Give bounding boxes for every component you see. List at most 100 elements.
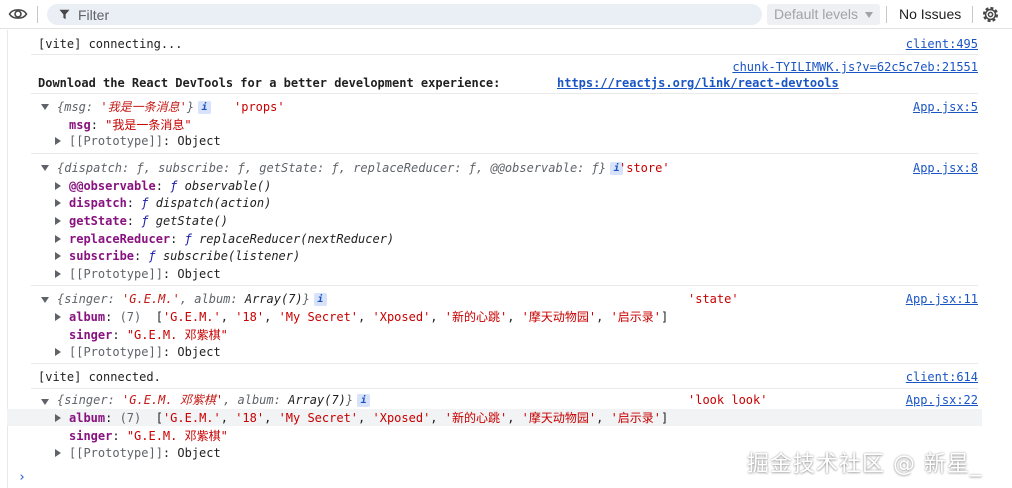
property-row[interactable]: album: (7) ['G.E.M.', '18', 'My Secret',… bbox=[69, 410, 668, 426]
comma: , bbox=[596, 310, 611, 324]
devtools-link[interactable]: https://reactjs.org/link/react-devtools bbox=[557, 75, 839, 91]
colon: : bbox=[85, 100, 101, 114]
array-item: 'My Secret' bbox=[278, 310, 359, 324]
collapse-triangle-icon[interactable] bbox=[41, 104, 49, 110]
property-value: observable() bbox=[184, 179, 272, 193]
prototype-row[interactable]: [[Prototype]]: Object bbox=[69, 445, 221, 461]
comma: , bbox=[507, 411, 522, 425]
source-link[interactable]: App.jsx:8 bbox=[913, 160, 978, 176]
array-item: 'Xposed' bbox=[372, 411, 431, 425]
chevron-down-icon bbox=[865, 12, 873, 18]
expand-triangle-icon[interactable] bbox=[55, 313, 61, 321]
source-link[interactable]: chunk-TYILIMWK.js?v=62c5c7eb:21551 bbox=[732, 59, 978, 75]
property-value: replaceReducer(nextReducer) bbox=[199, 232, 395, 246]
prototype-row[interactable]: [[Prototype]]: Object bbox=[69, 344, 221, 360]
expand-triangle-icon[interactable] bbox=[55, 217, 61, 225]
array-length: (7) bbox=[119, 310, 142, 324]
gear-icon[interactable] bbox=[981, 5, 1000, 24]
expand-triangle-icon[interactable] bbox=[55, 137, 61, 145]
property-value: subscribe(listener) bbox=[162, 249, 301, 263]
expand-triangle-icon[interactable] bbox=[55, 348, 61, 356]
object-summary[interactable]: {singer: 'G.E.M.', album: Array(7)} i bbox=[57, 291, 327, 307]
array-item: '启示录' bbox=[610, 411, 662, 425]
prototype-value: Object bbox=[177, 345, 221, 359]
prototype-row[interactable]: [[Prototype]]: Object bbox=[69, 266, 221, 282]
log-label: 'store' bbox=[619, 161, 670, 175]
comma: , bbox=[220, 310, 236, 324]
info-icon[interactable]: i bbox=[357, 394, 371, 407]
property-key: singer bbox=[69, 429, 113, 443]
console-message: [vite] connecting... client:495 bbox=[31, 30, 978, 55]
object-summary[interactable]: {dispatch: ƒ, subscribe: ƒ, getState: ƒ,… bbox=[57, 160, 624, 176]
expand-triangle-icon[interactable] bbox=[55, 252, 61, 260]
array-item: '18' bbox=[235, 310, 265, 324]
prototype-value: Object bbox=[177, 134, 221, 148]
source-link[interactable]: App.jsx:5 bbox=[913, 99, 978, 115]
property-row[interactable]: replaceReducer: ƒ replaceReducer(nextRed… bbox=[69, 231, 394, 247]
eye-icon[interactable] bbox=[8, 5, 28, 23]
collapse-triangle-icon[interactable] bbox=[41, 165, 49, 171]
property-key: singer bbox=[69, 328, 113, 342]
function-glyph: ƒ bbox=[184, 232, 192, 246]
source-link[interactable]: client:614 bbox=[906, 369, 978, 385]
toolbar-divider bbox=[972, 6, 973, 23]
property-key: replaceReducer bbox=[69, 232, 171, 246]
toolbar-divider bbox=[37, 6, 38, 23]
summary-value: Array(7) bbox=[244, 292, 303, 306]
property-row[interactable]: album: (7) ['G.E.M.', '18', 'My Secret',… bbox=[69, 309, 668, 325]
source-link[interactable]: App.jsx:22 bbox=[906, 392, 978, 408]
bracket: [ bbox=[141, 310, 163, 324]
console-message: {dispatch: ƒ, subscribe: ƒ, getState: ƒ,… bbox=[31, 155, 978, 286]
collapse-triangle-icon[interactable] bbox=[41, 399, 49, 405]
colon: : bbox=[134, 249, 149, 263]
expand-triangle-icon[interactable] bbox=[55, 199, 61, 207]
array-item: '摩天动物园' bbox=[521, 310, 597, 324]
filter-box[interactable] bbox=[47, 4, 762, 25]
colon: : bbox=[105, 310, 120, 324]
expand-triangle-icon[interactable] bbox=[55, 270, 61, 278]
source-link[interactable]: App.jsx:11 bbox=[906, 291, 978, 307]
comma: , bbox=[430, 411, 445, 425]
bracket: ] bbox=[661, 310, 669, 324]
colon: : bbox=[162, 134, 178, 148]
summary-key: {singer: bbox=[57, 292, 123, 306]
prototype-key: [[Prototype]] bbox=[69, 267, 163, 281]
property-key: subscribe bbox=[69, 249, 135, 263]
property-value: "G.E.M. 邓紫棋" bbox=[126, 328, 228, 342]
summary-value: 'G.E.M.' bbox=[122, 292, 180, 306]
summary-value: 'G.E.M. 邓紫棋' bbox=[122, 393, 224, 407]
property-key: msg bbox=[69, 118, 91, 132]
summary-text: {dispatch: ƒ, subscribe: ƒ, getState: ƒ,… bbox=[57, 161, 607, 175]
summary-key: , album: bbox=[223, 393, 289, 407]
property-row: msg: "我是一条消息" bbox=[69, 117, 192, 133]
expand-triangle-icon[interactable] bbox=[55, 235, 61, 243]
expand-triangle-icon[interactable] bbox=[55, 449, 61, 457]
collapse-triangle-icon[interactable] bbox=[41, 297, 49, 303]
property-row[interactable]: dispatch: ƒ dispatch(action) bbox=[69, 195, 271, 211]
source-link[interactable]: client:495 bbox=[906, 36, 978, 52]
property-row[interactable]: @@observable: ƒ observable() bbox=[69, 178, 271, 194]
comma: , bbox=[264, 411, 279, 425]
array-item: 'My Secret' bbox=[278, 411, 359, 425]
prototype-row[interactable]: [[Prototype]]: Object bbox=[69, 133, 221, 149]
array-item: '启示录' bbox=[610, 310, 662, 324]
expand-triangle-icon[interactable] bbox=[55, 182, 61, 190]
object-summary[interactable]: {singer: 'G.E.M. 邓紫棋', album: Array(7)} i bbox=[57, 392, 371, 408]
colon: : bbox=[170, 232, 185, 246]
array-item: '新的心跳' bbox=[444, 310, 508, 324]
log-levels-dropdown[interactable]: Default levels bbox=[767, 4, 880, 25]
expand-triangle-icon[interactable] bbox=[55, 414, 61, 422]
object-summary[interactable]: {msg: '我是一条消息'} i bbox=[57, 99, 212, 115]
info-icon[interactable]: i bbox=[313, 293, 327, 306]
toolbar-divider bbox=[886, 6, 887, 23]
property-row[interactable]: getState: ƒ getState() bbox=[69, 213, 228, 229]
property-row[interactable]: subscribe: ƒ subscribe(listener) bbox=[69, 248, 300, 264]
brace: } bbox=[302, 292, 310, 306]
comma: , bbox=[596, 411, 611, 425]
array-item: 'G.E.M.' bbox=[162, 411, 221, 425]
filter-input[interactable] bbox=[78, 4, 748, 25]
console-prompt-chevron-icon[interactable]: › bbox=[18, 470, 26, 485]
prototype-value: Object bbox=[177, 267, 221, 281]
issues-counter[interactable]: No Issues bbox=[899, 5, 961, 24]
info-icon[interactable]: i bbox=[198, 101, 212, 114]
